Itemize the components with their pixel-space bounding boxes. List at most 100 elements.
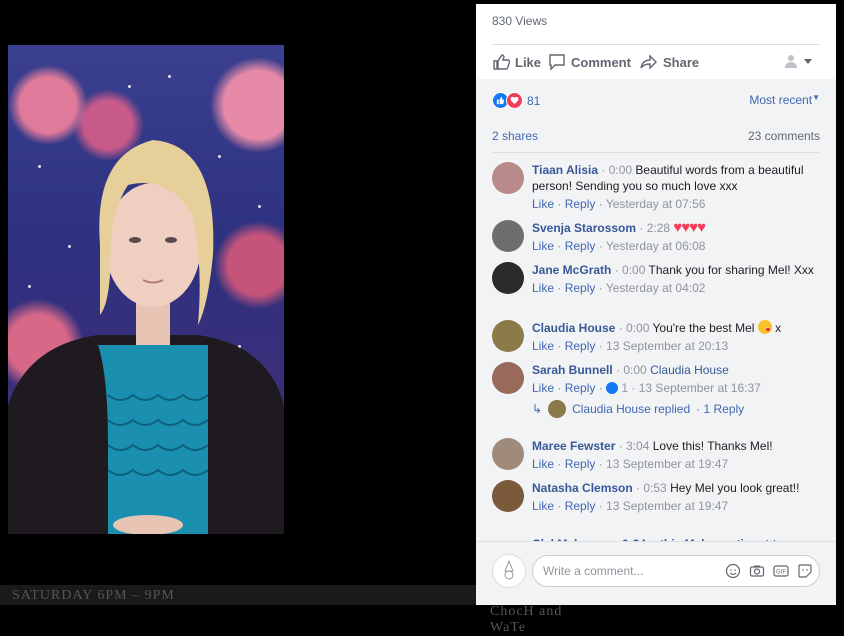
comment-text: Thank you for sharing Mel! Xxx <box>648 263 814 277</box>
avatar[interactable] <box>492 162 524 194</box>
avatar <box>548 400 567 418</box>
reply-arrow-icon: ↳ <box>532 402 543 416</box>
reaction-count: 81 <box>527 93 541 108</box>
comment-timestamp-video[interactable]: · 3:04 <box>619 439 650 453</box>
avatar[interactable] <box>492 320 524 352</box>
comment-timestamp-video[interactable]: · 0:00 <box>615 263 646 277</box>
sort-label: Most recent <box>749 93 813 107</box>
comment-reply-link[interactable]: Reply <box>565 239 596 253</box>
comment-like-link[interactable]: Like <box>532 239 554 253</box>
commenter-name[interactable]: Svenja Starossom <box>532 221 636 235</box>
comment-text: You're the best Mel <box>652 321 755 335</box>
thumbs-up-icon <box>493 54 510 70</box>
commenter-name[interactable]: Claudia House <box>532 321 615 335</box>
comment-reply-link[interactable]: Reply <box>565 381 596 395</box>
comment-date[interactable]: · Yesterday at 06:08 <box>599 239 706 253</box>
avatar[interactable] <box>492 438 524 470</box>
comment-text-suffix: x <box>775 321 782 335</box>
sort-comments-dropdown[interactable]: Most recent▼ <box>749 93 820 107</box>
comment-reply-link[interactable]: Reply <box>565 339 596 353</box>
comment-timestamp-video[interactable]: · 2:28 <box>639 221 670 235</box>
avatar[interactable] <box>492 362 524 394</box>
commenter-name[interactable]: Sarah Bunnell <box>532 363 613 377</box>
view-count: 830 Views <box>492 14 548 28</box>
avatar[interactable] <box>492 262 524 294</box>
gif-icon[interactable]: GIF <box>773 563 789 579</box>
comments-panel: 830 Views Like Comment Share 81 Most rec… <box>476 4 836 605</box>
comment-meta: Like · Reply · Yesterday at 06:08 <box>532 239 706 253</box>
comment-label: Comment <box>571 54 631 70</box>
sticker-icon[interactable] <box>797 563 813 579</box>
comment-like-link[interactable]: Like <box>532 457 554 471</box>
background-text-left: SATURDAY 6PM – 9PM <box>12 588 175 603</box>
share-button[interactable]: Share <box>640 53 699 71</box>
love-reaction-icon <box>506 92 523 109</box>
like-label: Like <box>515 54 542 70</box>
comment-meta: Like · Reply · Yesterday at 07:56 <box>532 197 706 211</box>
background-strip: SATURDAY 6PM – 9PM SATURDAY ChocH and Wa… <box>0 585 570 635</box>
caret-down-icon <box>804 59 812 64</box>
commenter-name[interactable]: Natasha Clemson <box>532 481 633 495</box>
emoji-icon[interactable] <box>725 563 741 579</box>
comment-reply-link[interactable]: Reply <box>565 457 596 471</box>
video-area[interactable]: SATURDAY 6PM – 9PM SATURDAY ChocH and Wa… <box>0 0 570 635</box>
comment-reply-link[interactable]: Reply <box>565 197 596 211</box>
comment-meta: Like · Reply · 13 September at 19:47 <box>532 457 729 471</box>
video-player[interactable] <box>8 45 284 534</box>
comment-placeholder: Write a comment... <box>543 564 644 578</box>
audience-selector[interactable] <box>784 53 813 69</box>
view-replies-link[interactable]: ↳ Claudia House replied · 1 Reply <box>532 400 744 418</box>
comment-like-link[interactable]: Like <box>532 381 554 395</box>
comment-meta: Like · Reply · Yesterday at 04:02 <box>532 281 706 295</box>
comment-date[interactable]: · Yesterday at 07:56 <box>599 197 706 211</box>
comment-like-link[interactable]: Like <box>532 281 554 295</box>
comment-meta: Like · Reply · 13 September at 19:47 <box>532 499 729 513</box>
comment-input[interactable]: Write a comment... GIF <box>532 555 820 587</box>
commenter-name[interactable]: Jane McGrath <box>532 263 611 277</box>
comment-date[interactable]: · 13 September at 16:37 <box>631 381 760 395</box>
comment-date[interactable]: · 13 September at 20:13 <box>599 339 728 353</box>
comment-reply-link[interactable]: Reply <box>565 499 596 513</box>
caret-down-icon: ▼ <box>812 93 820 102</box>
svg-text:GIF: GIF <box>776 570 786 576</box>
comment-meta: Like · Reply · 13 September at 20:13 <box>532 339 729 353</box>
comment-timestamp-video[interactable]: · 0:53 <box>636 481 667 495</box>
comment-like-count[interactable]: 1 <box>621 381 628 395</box>
mention-link[interactable]: Claudia House <box>650 363 729 377</box>
comment-text: Love this! Thanks Mel! <box>652 439 773 453</box>
shares-link[interactable]: 2 shares <box>492 129 538 143</box>
comment-date[interactable]: · 13 September at 19:47 <box>599 457 728 471</box>
commenter-name[interactable]: Tiaan Alisia <box>532 163 598 177</box>
comment-text: Hey Mel you look great!! <box>670 481 800 495</box>
comment-button[interactable]: Comment <box>548 53 631 71</box>
profile-audience-icon <box>785 55 797 68</box>
comment-timestamp-video[interactable]: · 0:00 <box>601 163 632 177</box>
comment-like-link[interactable]: Like <box>532 339 554 353</box>
comment-date[interactable]: · 13 September at 19:47 <box>599 499 728 513</box>
comment-composer: Write a comment... GIF <box>476 541 836 605</box>
like-badge-icon <box>606 382 619 394</box>
reaction-summary[interactable]: 81 <box>492 92 540 109</box>
avatar[interactable] <box>492 220 524 252</box>
like-button[interactable]: Like <box>492 53 541 71</box>
post-actions-bar: Like Comment Share <box>492 44 820 80</box>
page-avatar <box>492 554 526 588</box>
commenter-name[interactable]: Maree Fewster <box>532 439 615 453</box>
comment-like-link[interactable]: Like <box>532 197 554 211</box>
share-label: Share <box>663 54 700 70</box>
comment-reply-link[interactable]: Reply <box>565 281 596 295</box>
heart-emoji-icons: ♥♥♥♥ <box>673 219 706 236</box>
comment-timestamp-video[interactable]: · 0:00 <box>619 321 650 335</box>
share-arrow-icon <box>640 54 657 70</box>
reactions-row: 81 Most recent▼ <box>492 92 820 112</box>
avatar[interactable] <box>492 480 524 512</box>
video-person <box>8 140 284 534</box>
comment-meta: Like · Reply · 1 · 13 September at 16:37 <box>532 381 761 395</box>
comment-date[interactable]: · Yesterday at 04:02 <box>599 281 706 295</box>
comments-count: 23 comments <box>747 129 820 143</box>
comment-like-link[interactable]: Like <box>532 499 554 513</box>
kiss-emoji-icon <box>757 320 772 334</box>
comment-timestamp-video[interactable]: · 0:00 <box>616 363 647 377</box>
reply-count: · 1 Reply <box>696 402 745 416</box>
camera-icon[interactable] <box>749 563 765 579</box>
